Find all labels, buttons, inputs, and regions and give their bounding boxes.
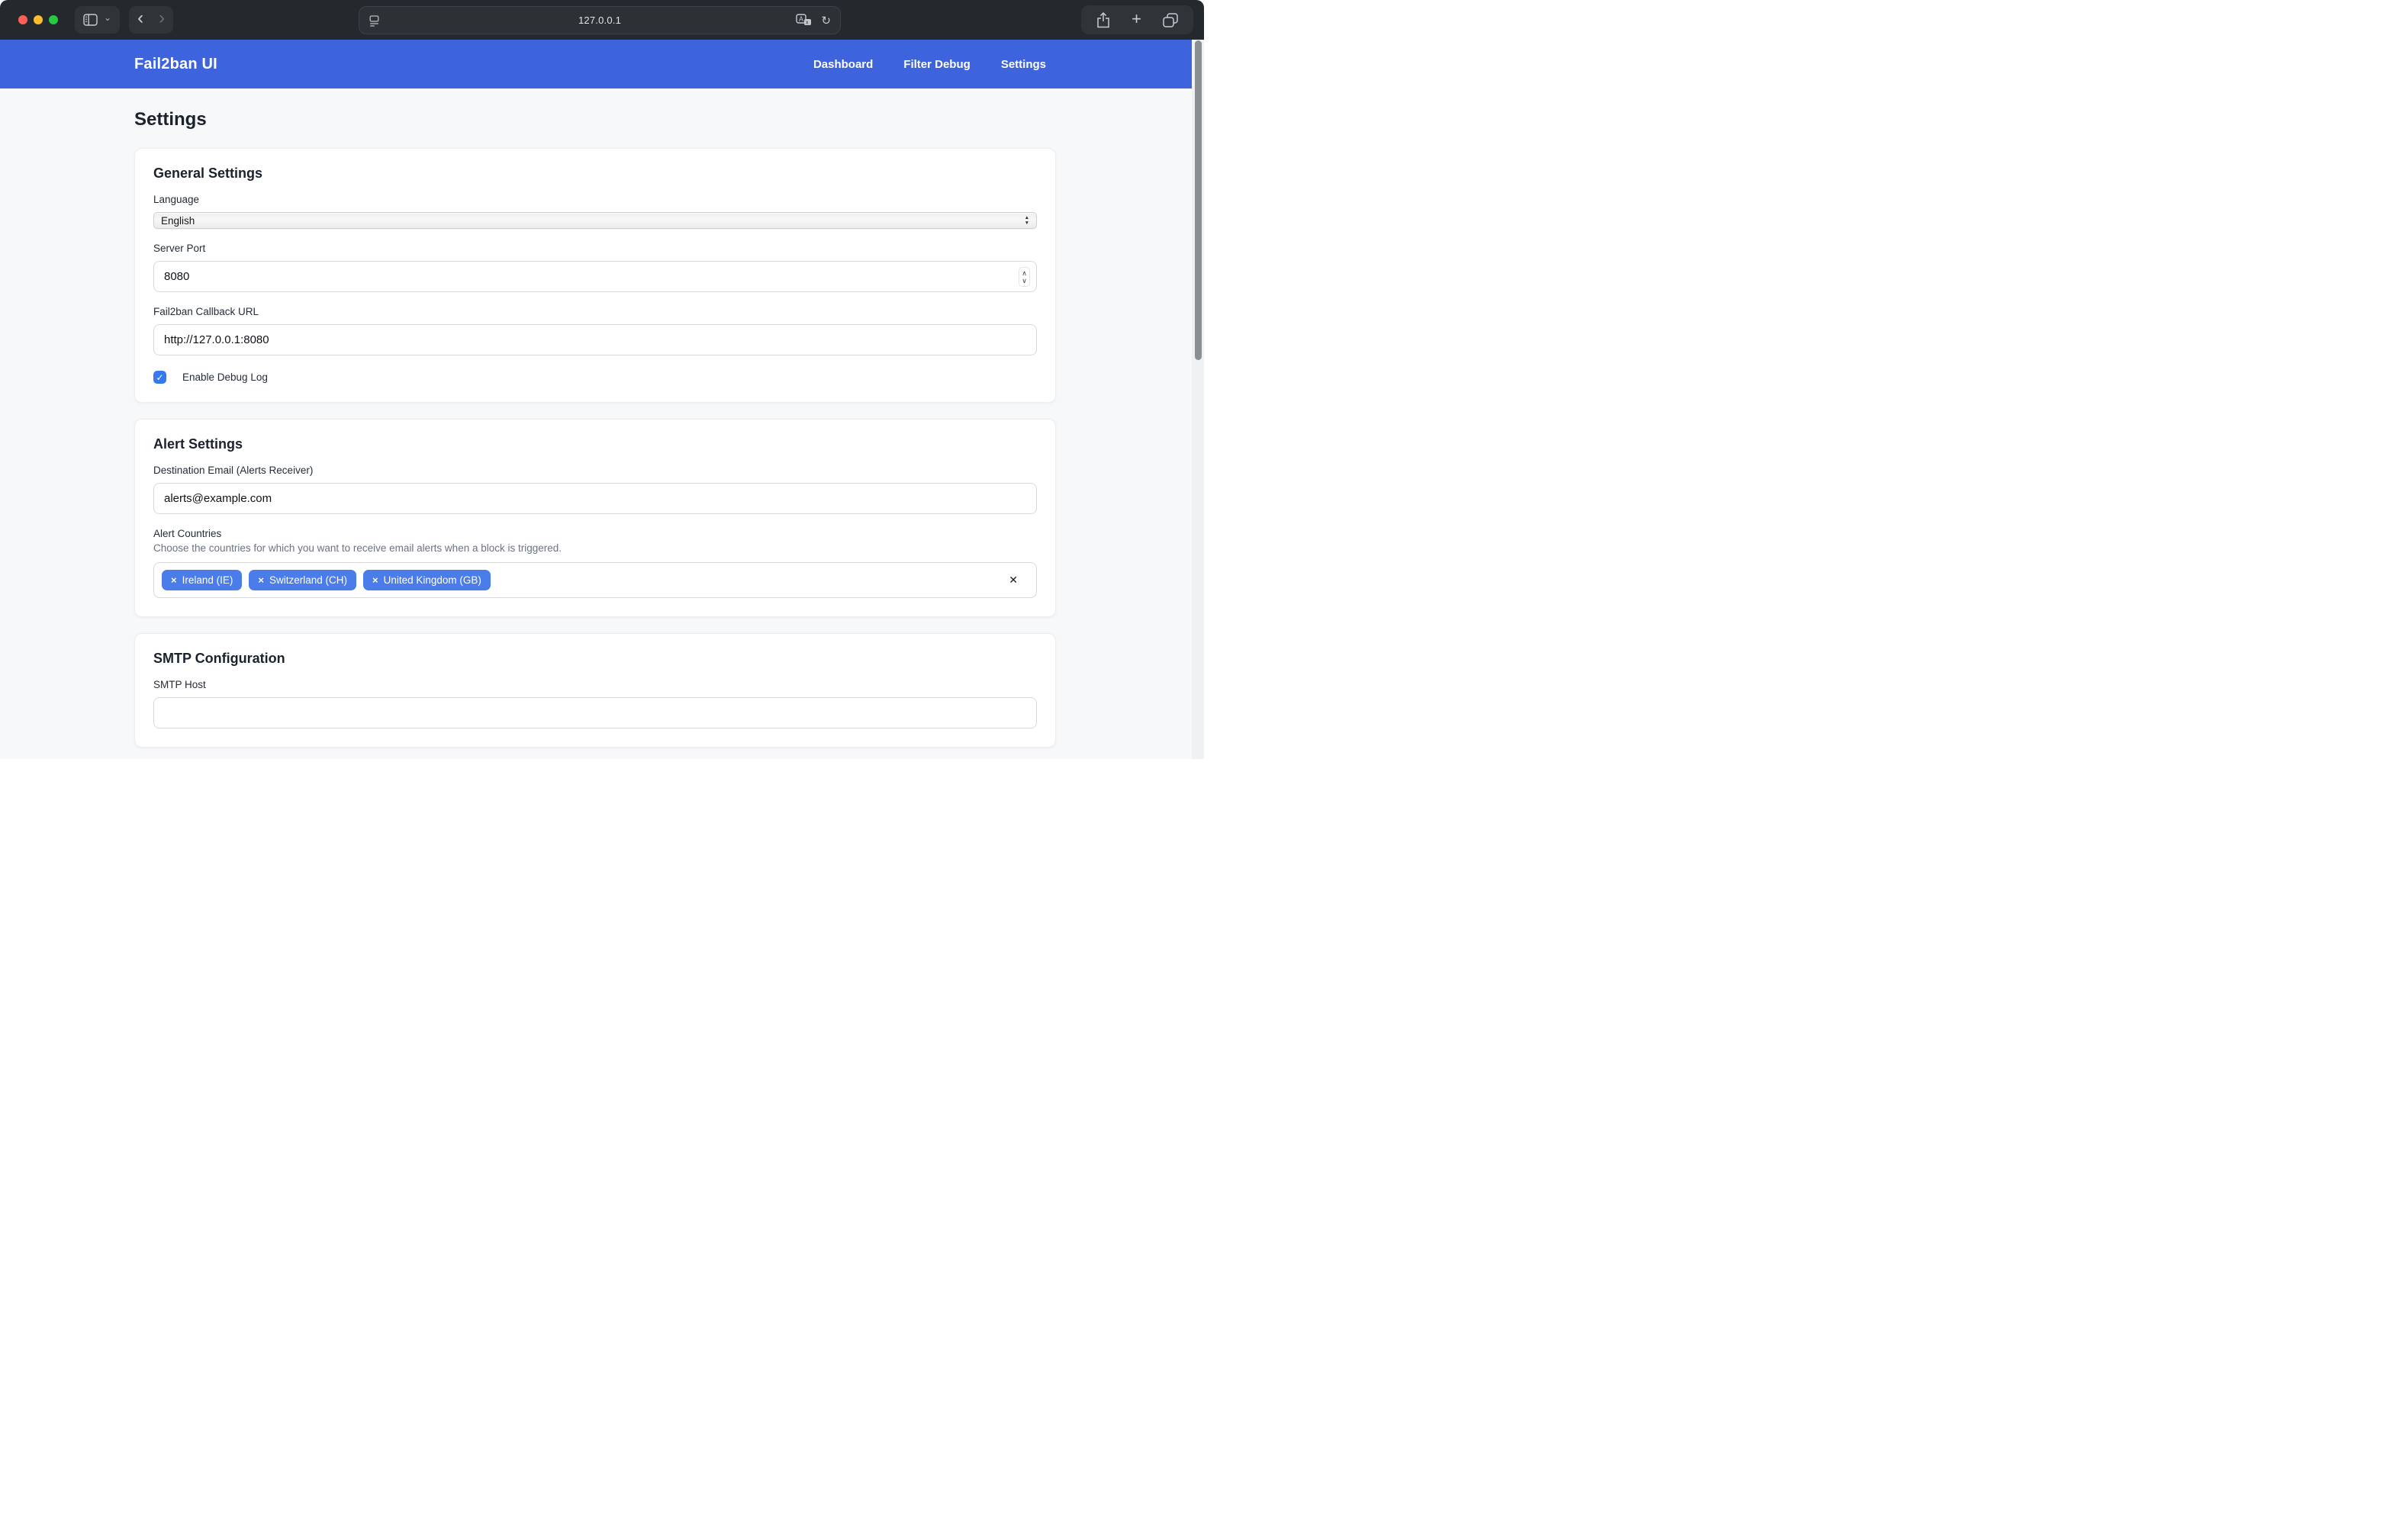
country-tag-label: United Kingdom (GB)	[384, 574, 481, 586]
close-window-button[interactable]	[18, 15, 27, 24]
toolbar-actions-group: +	[1081, 5, 1193, 34]
translate-icon[interactable]: A x	[796, 14, 812, 27]
language-select-value: English	[161, 215, 195, 227]
nav-link-filter-debug[interactable]: Filter Debug	[903, 58, 971, 71]
alert-countries-help: Choose the countries for which you want …	[153, 542, 1037, 554]
scrollbar-track[interactable]	[1192, 40, 1204, 759]
destination-email-label: Destination Email (Alerts Receiver)	[153, 465, 1037, 476]
forward-icon[interactable]: ›	[159, 11, 165, 26]
country-tag: × United Kingdom (GB)	[363, 570, 491, 590]
remove-tag-icon[interactable]: ×	[372, 574, 378, 586]
alert-settings-title: Alert Settings	[153, 436, 1037, 452]
address-bar-actions: A x ↻	[796, 7, 831, 34]
history-nav-group: ‹ ›	[129, 6, 173, 34]
sidebar-toggle-group: ⌄	[75, 6, 120, 34]
server-port-label: Server Port	[153, 243, 1037, 254]
window-controls	[18, 15, 58, 24]
remove-tag-icon[interactable]: ×	[171, 574, 177, 586]
minimize-window-button[interactable]	[34, 15, 43, 24]
page-content: Settings General Settings Language Engli…	[0, 88, 1204, 759]
country-tag-label: Switzerland (CH)	[269, 574, 347, 586]
select-arrows-icon: ▲ ▼	[1025, 216, 1029, 226]
language-select[interactable]: English ▲ ▼	[153, 212, 1037, 229]
smtp-configuration-title: SMTP Configuration	[153, 651, 1037, 667]
callback-url-label: Fail2ban Callback URL	[153, 306, 1037, 317]
debug-log-label: Enable Debug Log	[182, 371, 268, 383]
country-tag-label: Ireland (IE)	[182, 574, 233, 586]
tab-overview-icon[interactable]	[1163, 13, 1178, 27]
general-settings-card: General Settings Language English ▲ ▼ Se…	[134, 148, 1056, 403]
app-navbar: Fail2ban UI Dashboard Filter Debug Setti…	[0, 40, 1204, 88]
page-title: Settings	[134, 109, 1056, 130]
alert-countries-multiselect[interactable]: × Ireland (IE) × Switzerland (CH) × Unit…	[153, 562, 1037, 598]
remove-tag-icon[interactable]: ×	[258, 574, 264, 586]
destination-email-input[interactable]	[153, 483, 1037, 514]
chevron-down-icon[interactable]: ⌄	[104, 14, 111, 21]
country-tag: × Switzerland (CH)	[249, 570, 356, 590]
nav-link-dashboard[interactable]: Dashboard	[813, 58, 873, 71]
browser-window: ⌄ ‹ › 127.0.0.1 A	[0, 0, 1204, 759]
general-settings-title: General Settings	[153, 166, 1037, 182]
svg-text:A: A	[799, 15, 803, 23]
app-brand[interactable]: Fail2ban UI	[134, 56, 217, 73]
browser-toolbar: ⌄ ‹ › 127.0.0.1 A	[0, 0, 1204, 40]
nav-link-settings[interactable]: Settings	[1001, 58, 1046, 71]
country-tag: × Ireland (IE)	[162, 570, 242, 590]
language-label: Language	[153, 194, 1037, 205]
callback-url-input[interactable]	[153, 324, 1037, 355]
number-stepper-icon[interactable]: ∧ ∨	[1019, 267, 1030, 287]
alert-countries-label: Alert Countries	[153, 528, 1037, 539]
server-port-input[interactable]	[153, 261, 1037, 292]
new-tab-icon[interactable]: +	[1132, 11, 1141, 27]
clear-selection-icon[interactable]: ✕	[1009, 574, 1029, 587]
smtp-host-label: SMTP Host	[153, 679, 1037, 690]
reload-icon[interactable]: ↻	[821, 14, 831, 27]
url-text: 127.0.0.1	[359, 14, 840, 26]
debug-log-checkbox[interactable]: ✓	[153, 371, 166, 384]
check-icon: ✓	[156, 372, 163, 383]
back-icon[interactable]: ‹	[137, 11, 143, 26]
svg-text:x: x	[806, 21, 809, 26]
zoom-window-button[interactable]	[49, 15, 58, 24]
share-icon[interactable]	[1096, 12, 1110, 28]
sidebar-icon[interactable]	[83, 14, 98, 26]
scrollbar-thumb[interactable]	[1195, 40, 1202, 360]
address-bar[interactable]: 127.0.0.1 A x ↻	[359, 6, 841, 34]
smtp-configuration-card: SMTP Configuration SMTP Host	[134, 633, 1056, 748]
smtp-host-input[interactable]	[153, 697, 1037, 728]
nav-links: Dashboard Filter Debug Settings	[813, 58, 1046, 71]
alert-settings-card: Alert Settings Destination Email (Alerts…	[134, 419, 1056, 617]
page-settings-icon[interactable]	[369, 15, 379, 27]
